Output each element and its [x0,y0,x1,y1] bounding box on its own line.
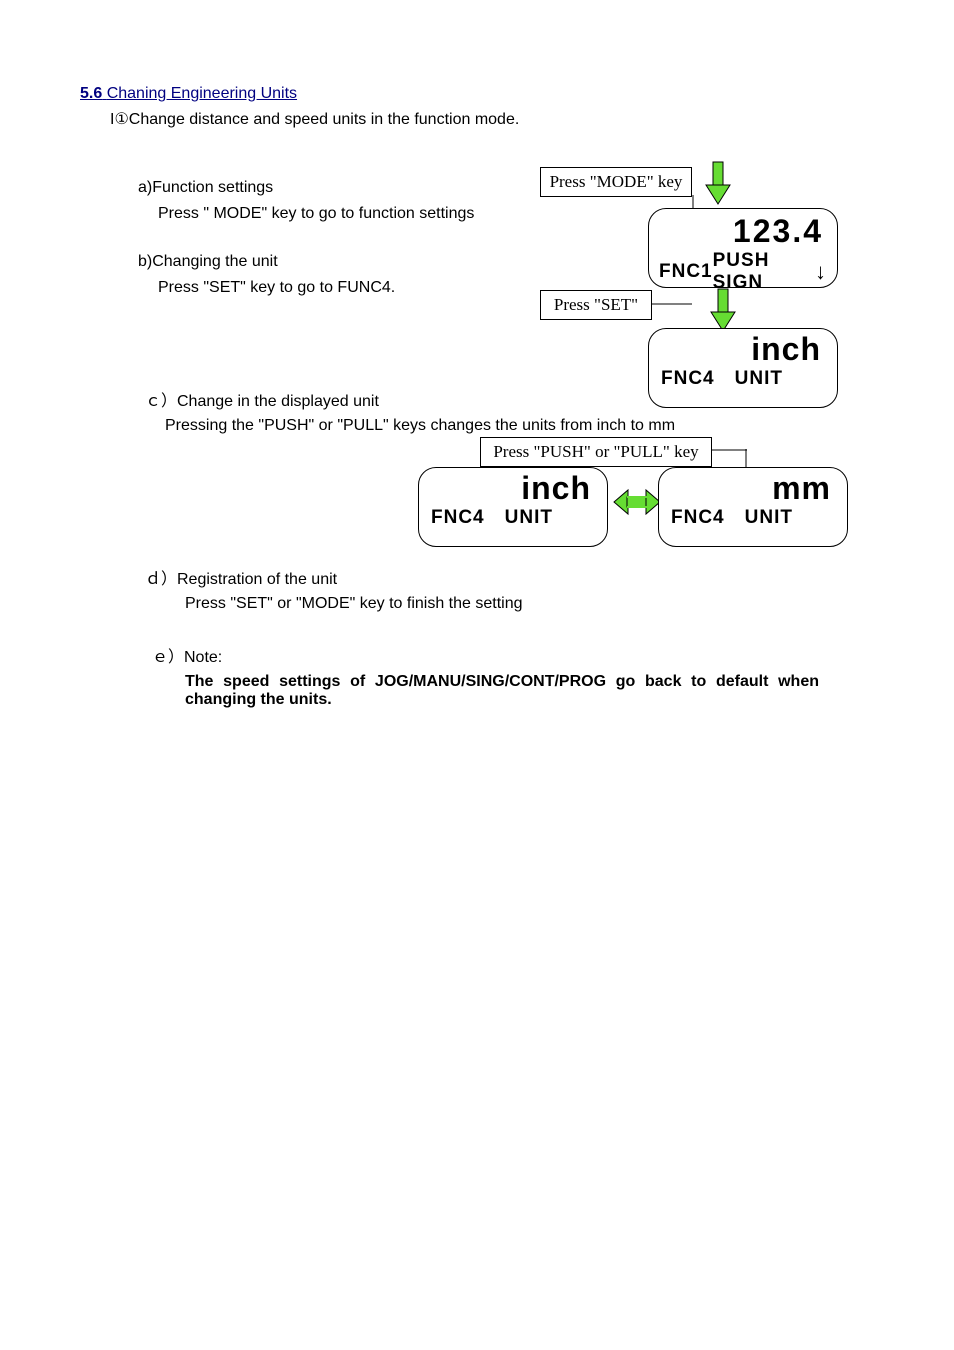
step-d-sub: Press "SET" or "MODE" key to finish the … [185,595,874,613]
connector-line [745,449,747,469]
lcd1-value: 123.4 [649,209,837,250]
lcd3-unit: inch [419,468,607,507]
lcd3-fnc: FNC4 [431,507,485,529]
lcd1-label: PUSH SIGN [713,250,809,288]
lcd-display-2: inch FNC4 UNIT [648,328,838,408]
lcd1-fnc: FNC1 [659,261,713,283]
lcd2-label: UNIT [735,368,783,390]
intro-text: I①Change distance and speed units in the… [110,109,874,129]
step-d-label: ｄ）Registration of the unit [145,565,874,589]
step-e-sub: The speed settings of JOG/MANU/SING/CONT… [185,673,874,709]
press-pushpull-box: Press "PUSH" or "PULL" key [480,437,712,467]
lcd2-unit: inch [649,329,837,368]
lcd-display-4: mm FNC4 UNIT [658,467,848,547]
lcd-display-1: 123.4 FNC1 PUSH SIGN ↓ [648,208,838,288]
lcd4-unit: mm [659,468,847,507]
press-set-box: Press "SET" [540,290,652,320]
double-arrow-icon [612,482,662,522]
section-number: 5.6 [80,85,102,102]
step-a-label: a)Function settings [138,179,874,197]
section-heading: 5.6 Chaning Engineering Units [80,85,874,103]
step-e-label: ｅ）Note: [152,643,874,667]
lcd1-arrow-icon: ↓ [815,259,827,285]
lcd4-label: UNIT [745,507,793,529]
press-mode-box: Press "MODE" key [540,167,692,197]
lcd-display-3: inch FNC4 UNIT [418,467,608,547]
section-title-text: Chaning Engineering Units [107,85,297,102]
connector-line [652,303,692,305]
step-c-sub: Pressing the "PUSH" or "PULL" keys chang… [165,417,874,435]
connector-line [712,449,747,451]
lcd4-fnc: FNC4 [671,507,725,529]
arrow-down-icon [700,158,736,208]
lcd2-fnc: FNC4 [661,368,715,390]
lcd3-label: UNIT [505,507,553,529]
connector-line [692,195,694,209]
